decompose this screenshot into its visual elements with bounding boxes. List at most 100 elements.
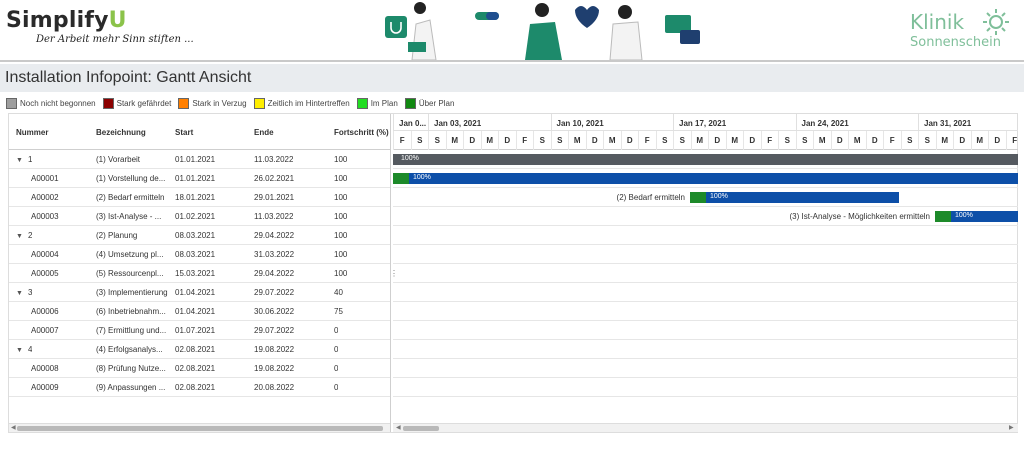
nummer-value: A00003: [31, 212, 59, 221]
cell-bezeichnung: (3) Ist-Analyse - ...: [96, 212, 162, 221]
timeline-row: [393, 264, 1018, 283]
sun-icon: [983, 9, 1009, 35]
day-header: F: [393, 131, 411, 150]
cell-bezeichnung: (5) Ressourcenpl...: [96, 269, 164, 278]
timeline-horizontal-scrollbar[interactable]: ◀ ▶: [393, 423, 1018, 432]
day-header: S: [900, 131, 919, 150]
nummer-value: 4: [27, 345, 33, 354]
collapse-caret-icon[interactable]: ▼: [16, 157, 23, 164]
column-bezeichnung[interactable]: Bezeichnung: [96, 128, 146, 137]
scroll-thumb[interactable]: [17, 426, 383, 431]
cell-bezeichnung: (3) Implementierung: [96, 288, 168, 297]
cell-bezeichnung: (2) Bedarf ermitteln: [96, 193, 165, 202]
legend-item: Über Plan: [404, 98, 454, 109]
collapse-caret-icon[interactable]: ▼: [16, 290, 23, 297]
cell-fortschritt: 100: [334, 231, 348, 240]
cell-ende: 11.03.2022: [254, 212, 294, 221]
gantt-bar[interactable]: 100%: [690, 192, 899, 203]
day-header: S: [673, 131, 691, 150]
column-start[interactable]: Start: [175, 128, 193, 137]
day-header: M: [813, 131, 831, 150]
timeline-body: 100% 100% (2) Bedarf ermitteln 100% (3) Ist-…: [393, 150, 1018, 397]
cell-nummer: A00009: [31, 383, 59, 392]
task-row[interactable]: A00006 (6) Inbetriebnahm... 01.04.2021 30.0…: [9, 302, 390, 321]
cell-start: 01.01.2021: [175, 174, 216, 183]
cell-ende: 26.02.2021: [254, 174, 295, 183]
scroll-left-icon[interactable]: ◀: [396, 424, 401, 431]
grid-body: ▼ 1 (1) Vorarbeit 01.01.2021 11.03.2022 100 A0…: [9, 150, 390, 397]
cell-start: 15.03.2021: [175, 269, 216, 278]
collapse-caret-icon[interactable]: ▼: [16, 233, 23, 240]
cell-bezeichnung: (9) Anpassungen ...: [96, 383, 166, 392]
day-header: M: [445, 131, 464, 150]
progress-marker: [690, 192, 706, 203]
day-header: S: [533, 131, 551, 150]
brand-logo[interactable]: SimplifyU Der Arbeit mehr Sinn stiften .…: [6, 8, 194, 45]
legend-swatch: [356, 98, 368, 109]
column-nummer[interactable]: Nummer: [16, 128, 48, 137]
gantt-bar[interactable]: 100%: [393, 173, 1018, 184]
task-row[interactable]: A00008 (8) Prüfung Nutze... 02.08.2021 19.0…: [9, 359, 390, 378]
day-header: S: [795, 131, 814, 150]
day-header: F: [515, 131, 534, 150]
group-row[interactable]: ▼ 3 (3) Implementierung 01.04.2021 29.07.202…: [9, 283, 390, 302]
cell-bezeichnung: (1) Vorstellung de...: [96, 174, 166, 183]
cell-ende: 30.06.2022: [254, 307, 295, 316]
gantt-bar[interactable]: 100%: [393, 154, 1018, 165]
cell-fortschritt: 40: [334, 288, 343, 297]
scroll-right-icon[interactable]: ▶: [1009, 424, 1014, 431]
timeline-row: [393, 283, 1018, 302]
timeline-row: [393, 340, 1018, 359]
cell-nummer: A00004: [31, 250, 59, 259]
task-row[interactable]: A00002 (2) Bedarf ermitteln 18.01.2021 29.0…: [9, 188, 390, 207]
cell-fortschritt: 100: [334, 269, 348, 278]
nummer-value: A00002: [31, 193, 59, 202]
grid-horizontal-scrollbar[interactable]: ◀: [9, 423, 390, 432]
task-row[interactable]: A00009 (9) Anpassungen ... 02.08.2021 20.08…: [9, 378, 390, 397]
cell-start: 02.08.2021: [175, 383, 216, 392]
cell-nummer: ▼ 4: [16, 345, 32, 354]
task-row[interactable]: A00001 (1) Vorstellung de... 01.01.2021 26.…: [9, 169, 390, 188]
cell-start: 18.01.2021: [175, 193, 216, 202]
cell-ende: 29.07.2022: [254, 326, 295, 335]
group-row[interactable]: ▼ 2 (2) Planung 08.03.2021 29.04.2022 100: [9, 226, 390, 245]
group-row[interactable]: ▼ 1 (1) Vorarbeit 01.01.2021 11.03.2022 100: [9, 150, 390, 169]
nummer-value: A00005: [31, 269, 59, 278]
legend-label: Noch nicht begonnen: [20, 99, 96, 108]
legend-item: Im Plan: [356, 98, 398, 109]
legend-swatch: [253, 98, 265, 109]
bar-progress-label: 100%: [401, 155, 419, 162]
cell-start: 01.01.2021: [175, 155, 216, 164]
cell-ende: 29.07.2022: [254, 288, 295, 297]
cell-nummer: ▼ 3: [16, 288, 32, 297]
legend-item: Noch nicht begonnen: [6, 98, 96, 109]
scroll-thumb[interactable]: [403, 426, 439, 431]
nummer-value: A00004: [31, 250, 59, 259]
column-ende[interactable]: Ende: [254, 128, 274, 137]
cell-start: 01.04.2021: [175, 307, 216, 316]
column-fortschritt[interactable]: Fortschritt (%): [334, 128, 389, 137]
timeline-row: 100%: [393, 150, 1018, 169]
progress-marker: [393, 173, 409, 184]
legend-swatch: [102, 98, 114, 109]
group-row[interactable]: ▼ 4 (4) Erfolgsanalys... 02.08.2021 19.08.20…: [9, 340, 390, 359]
collapse-caret-icon[interactable]: ▼: [16, 347, 23, 354]
nummer-value: 1: [27, 155, 33, 164]
task-row[interactable]: A00007 (7) Ermittlung und... 01.07.2021 29.…: [9, 321, 390, 340]
task-row[interactable]: A00003 (3) Ist-Analyse - ... 01.02.2021 11.…: [9, 207, 390, 226]
task-row[interactable]: A00004 (4) Umsetzung pl... 08.03.2021 31.03…: [9, 245, 390, 264]
task-row[interactable]: A00005 (5) Ressourcenpl... 15.03.2021 29.04…: [9, 264, 390, 283]
day-header: S: [918, 131, 936, 150]
scroll-left-icon[interactable]: ◀: [11, 424, 16, 431]
brand-name: SimplifyU: [6, 8, 127, 33]
timeline-row: [393, 245, 1018, 264]
cell-fortschritt: 100: [334, 155, 348, 164]
cell-start: 02.08.2021: [175, 345, 216, 354]
week-header: Jan 10, 2021: [550, 114, 674, 131]
timeline-row: [393, 359, 1018, 378]
legend-item: Stark gefährdet: [102, 98, 171, 109]
cell-fortschritt: 0: [334, 383, 339, 392]
timeline-row: [393, 321, 1018, 340]
task-name-label: (3) Ist-Analyse - Möglichkeiten ermittel…: [789, 212, 931, 221]
gantt-bar[interactable]: 100%: [935, 211, 1018, 222]
